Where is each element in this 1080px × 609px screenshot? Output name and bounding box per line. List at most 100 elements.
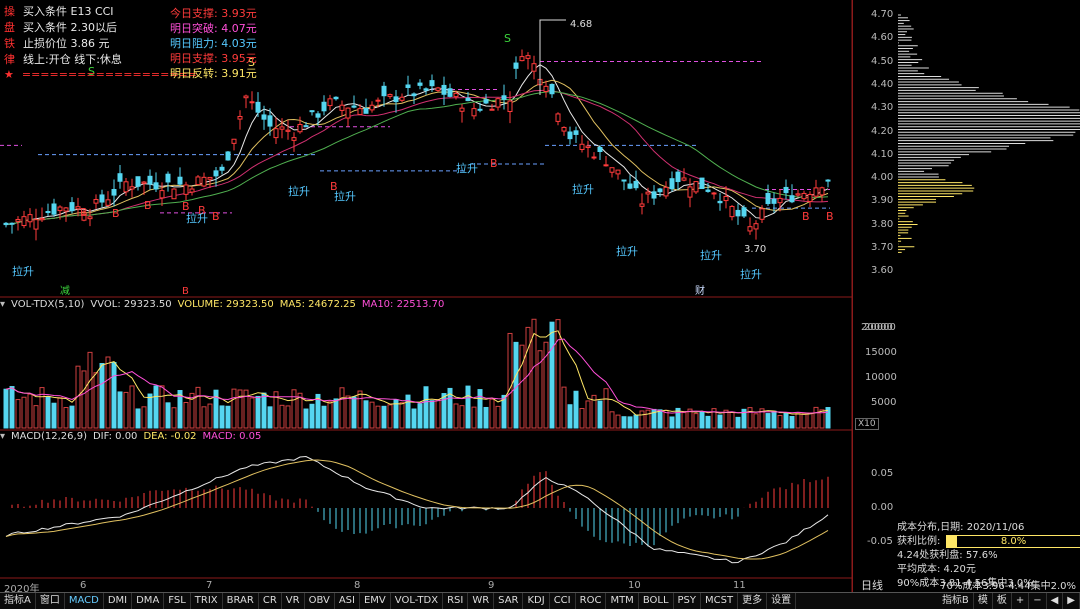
- candle-body: [730, 206, 734, 216]
- reduce-signal: 减: [60, 285, 70, 297]
- macd-header[interactable]: ▾ MACD(12,26,9) DIF: 0.00 DEA: -0.02 MACD: 0…: [0, 430, 267, 444]
- volume-bar: [718, 415, 722, 428]
- volume-bar: [466, 386, 470, 428]
- info-label: 明日反转:: [170, 67, 218, 80]
- tab-vol-tdx[interactable]: VOL-TDX: [391, 593, 443, 609]
- volume-bar: [520, 345, 524, 428]
- tab-rsi[interactable]: RSI: [443, 593, 468, 609]
- volume-bar: [814, 407, 818, 428]
- ma10-value: MA10: 22513.70: [362, 299, 444, 310]
- candle-body: [280, 127, 284, 129]
- candle-body: [688, 187, 692, 197]
- chip-distribution-panel[interactable]: 4.70 4.60 4.50 4.40 4.30 4.20 4.10 4.00 3.90 3.80…: [852, 0, 1080, 592]
- candle-body: [88, 217, 92, 219]
- rule-tag: 铁: [4, 37, 15, 50]
- tab-roc[interactable]: ROC: [576, 593, 607, 609]
- volume-bar: [430, 401, 434, 428]
- candle-body: [34, 220, 38, 229]
- chart-canvas[interactable]: 4.683.70SSSB BB B B BBBB B拉升拉升拉升 拉升拉升拉升拉升 拉升拉升减…: [0, 0, 852, 592]
- tab-brar[interactable]: BRAR: [223, 593, 259, 609]
- tab-emv[interactable]: EMV: [360, 593, 391, 609]
- buy-signal: B: [144, 199, 152, 212]
- price-tick: 3.70: [871, 242, 893, 253]
- tab-更多[interactable]: 更多: [738, 593, 767, 609]
- candle-body: [142, 182, 146, 183]
- tab-fsl[interactable]: FSL: [164, 593, 191, 609]
- macd-tick: -0.05: [867, 536, 893, 547]
- indicator-tabs: 指标A 窗口 MACD DMI DMA FSL TRIX BRAR CR VR OBV ASI EMV V…: [0, 593, 796, 609]
- tab-window[interactable]: 窗口: [36, 593, 65, 609]
- tab-mtm[interactable]: MTM: [606, 593, 638, 609]
- volume-bar: [628, 417, 632, 428]
- tab-macd[interactable]: MACD: [65, 593, 104, 609]
- volume-bar: [808, 413, 812, 428]
- tab-boll[interactable]: BOLL: [639, 593, 674, 609]
- candle-body: [580, 144, 584, 149]
- volume-header[interactable]: ▾ VOL-TDX(5,10) VVOL: 29323.50 VOLUME: 2932…: [0, 298, 450, 312]
- panel-control-2[interactable]: 板: [993, 593, 1012, 609]
- candle-body: [454, 93, 458, 96]
- rule-row-3: 铁止损价位 3.86 元: [4, 36, 110, 52]
- candle-body: [328, 99, 332, 106]
- volume-bar: [160, 386, 164, 428]
- date-tick: 9: [488, 580, 494, 591]
- volume-bar: [304, 409, 308, 428]
- volume-bar: [136, 409, 140, 428]
- tab-indicator-a[interactable]: 指标A: [0, 593, 36, 609]
- candle-body: [334, 97, 338, 98]
- volume-bar: [358, 391, 362, 428]
- candle-body: [664, 187, 668, 196]
- tab-trix[interactable]: TRIX: [191, 593, 223, 609]
- volume-bar: [268, 407, 272, 428]
- volume-value: VOLUME: 29323.50: [178, 299, 274, 310]
- tab-dmi[interactable]: DMI: [104, 593, 132, 609]
- tab-psy[interactable]: PSY: [674, 593, 702, 609]
- sell-signal: S: [504, 32, 511, 45]
- collapse-icon[interactable]: ▾: [0, 299, 5, 310]
- tab-vr[interactable]: VR: [282, 593, 305, 609]
- tab-wr[interactable]: WR: [468, 593, 494, 609]
- candle-body: [22, 217, 26, 226]
- volume-unit-badge: X10: [855, 418, 879, 430]
- finance-marker: 财: [695, 284, 705, 297]
- panel-control-4[interactable]: −: [1029, 593, 1046, 609]
- volume-bar: [256, 396, 260, 428]
- volume-bar: [22, 397, 26, 428]
- panel-control-0[interactable]: 指标B: [938, 593, 974, 609]
- tab-cr[interactable]: CR: [259, 593, 282, 609]
- rule-tag: 操: [4, 5, 15, 18]
- panel-control-6[interactable]: ▶: [1063, 593, 1080, 609]
- candle-body: [634, 181, 638, 187]
- volume-bar: [460, 406, 464, 428]
- tab-mcst[interactable]: MCST: [701, 593, 738, 609]
- tab-dma[interactable]: DMA: [132, 593, 164, 609]
- tab-kdj[interactable]: KDJ: [523, 593, 549, 609]
- rule-text: 买入条件 E13 CCI: [23, 5, 114, 18]
- candle-body: [70, 203, 74, 211]
- info-value: 4.07元: [221, 22, 257, 35]
- tab-设置[interactable]: 设置: [767, 593, 796, 609]
- tab-obv[interactable]: OBV: [305, 593, 335, 609]
- chart-area[interactable]: 4.68 3.70 S S S B B B B B B B B B B 拉升 拉升 拉升 拉升 拉升 拉升 拉升 拉升 拉升减…: [0, 0, 852, 592]
- buy-signal: B: [826, 210, 834, 223]
- lift-signal: 拉升: [572, 182, 594, 196]
- volume-bar: [364, 401, 368, 428]
- macd-indicator-name: MACD(12,26,9): [11, 431, 87, 442]
- indicator-tab-bar: 指标A 窗口 MACD DMI DMA FSL TRIX BRAR CR VR OBV ASI EMV V…: [0, 592, 1080, 609]
- volume-bar: [706, 416, 710, 428]
- rule-row-5: ★ ===================: [4, 67, 197, 83]
- tab-asi[interactable]: ASI: [335, 593, 360, 609]
- collapse-icon[interactable]: ▾: [0, 431, 5, 442]
- candle-body: [94, 199, 98, 203]
- panel-control-3[interactable]: +: [1012, 593, 1029, 609]
- tab-sar[interactable]: SAR: [494, 593, 523, 609]
- volume-bar: [418, 404, 422, 428]
- period-label[interactable]: 日线: [861, 578, 883, 593]
- tab-cci[interactable]: CCI: [550, 593, 576, 609]
- price-tick: 3.90: [871, 195, 893, 206]
- volume-bar: [250, 398, 254, 428]
- panel-control-5[interactable]: ◀: [1047, 593, 1064, 609]
- date-tick: 10: [628, 580, 641, 591]
- candle-body: [10, 223, 14, 224]
- panel-control-1[interactable]: 模: [974, 593, 993, 609]
